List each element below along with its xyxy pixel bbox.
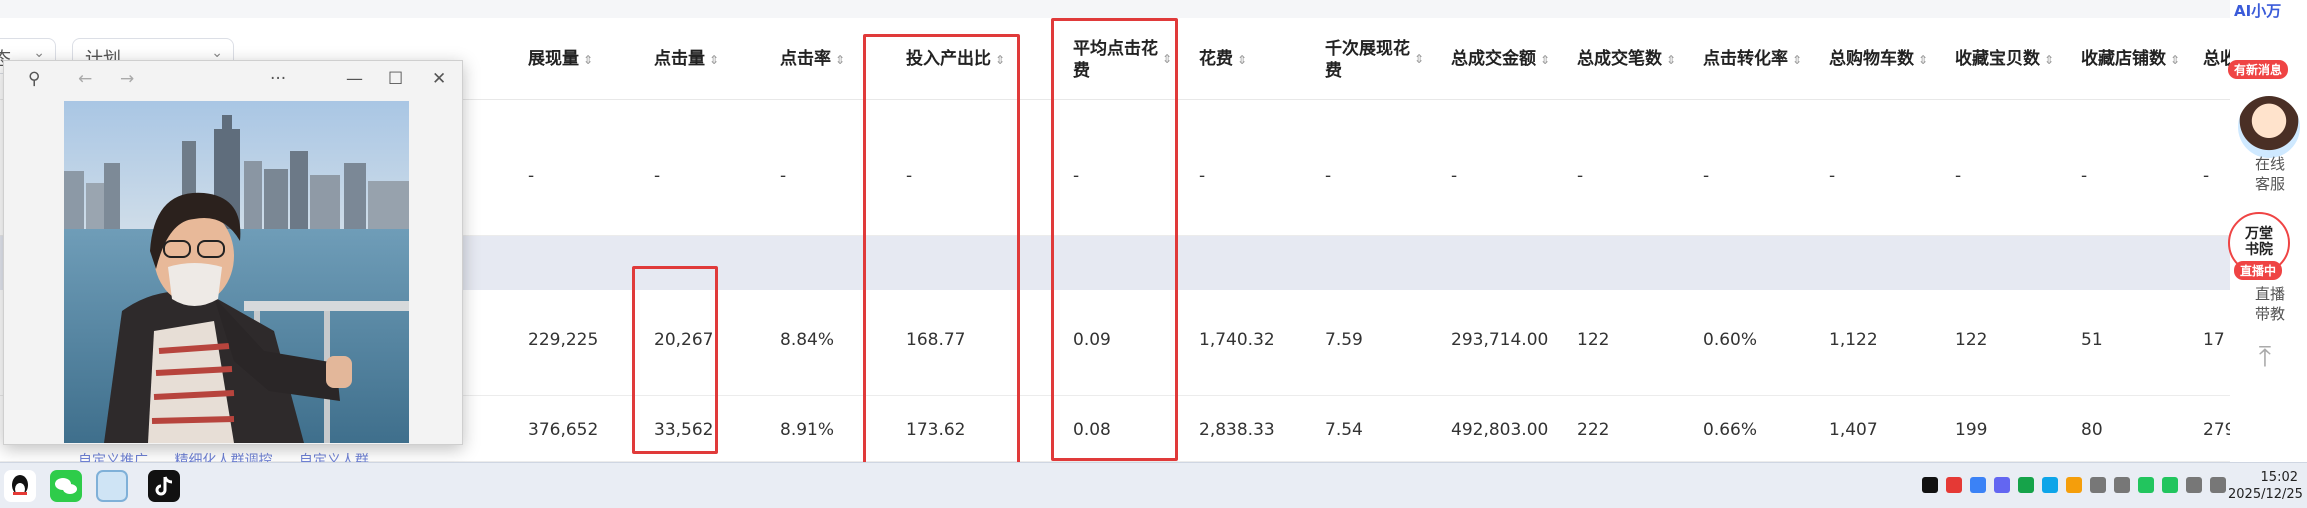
volume-icon[interactable] [2186, 477, 2202, 493]
sort-icon: ⇕ [583, 53, 594, 67]
tray-app-icon[interactable] [2018, 477, 2034, 493]
sort-icon: ⇕ [1540, 53, 1551, 67]
tray-tiktok-icon[interactable] [1922, 477, 1938, 493]
tray-app-icon[interactable] [2066, 477, 2082, 493]
speaker-icon[interactable] [2090, 477, 2106, 493]
live-badge: 直播中 [2234, 261, 2283, 280]
sort-icon: ⇕ [1666, 53, 1677, 67]
files-icon[interactable] [96, 470, 128, 502]
wechat-icon[interactable] [50, 470, 82, 502]
col-orders[interactable]: 总成交笔数 ⇕ [1577, 48, 1676, 71]
col-shop-fav[interactable]: 收藏店铺数 ⇕ [2081, 48, 2180, 71]
col-avg-click-cost[interactable]: 平均点击花费 [1073, 38, 1158, 82]
col-cart[interactable]: 总购物车数 ⇕ [1829, 48, 1928, 71]
back-icon[interactable]: ← [78, 69, 92, 89]
pin-icon[interactable]: ⚲ [28, 69, 40, 89]
col-ctr[interactable]: 点击率 ⇕ [780, 48, 845, 71]
sort-icon: ⇕ [709, 53, 720, 67]
live-help-button[interactable]: 直播 带教 [2240, 284, 2300, 324]
sort-icon: ⇕ [2170, 53, 2181, 67]
online-service-button[interactable]: 在线 客服 [2240, 154, 2300, 194]
tray-app-icon[interactable] [1946, 477, 1962, 493]
link-crowd-control[interactable]: 精细化人群调控 [174, 453, 272, 462]
qq-icon[interactable] [4, 470, 36, 502]
link-custom-promo[interactable]: 自定义推广 [78, 453, 148, 462]
photo-viewer-window: ⚲ ← → ··· — ☐ ✕ [3, 60, 463, 445]
ime-icon[interactable] [2210, 477, 2226, 493]
col-item-fav[interactable]: 收藏宝贝数 ⇕ [1955, 48, 2054, 71]
col-cvr[interactable]: 点击转化率 ⇕ [1703, 48, 1802, 71]
clock[interactable]: 15:02 2025/12/25 [2228, 469, 2303, 503]
col-impressions[interactable]: 展现量 ⇕ [528, 48, 593, 71]
maximize-icon[interactable]: ☐ [388, 69, 403, 89]
col-gmv[interactable]: 总成交金额 ⇕ [1451, 48, 1550, 71]
ai-assistant-button[interactable]: AI小万 [2234, 0, 2286, 22]
main-app-window: 态 ⌄ 计划 ⌄ 展现量⇕ 点击量⇕ 点击率⇕ 投入产出比⇕ 平均点击花费 ⇕ … [0, 0, 2307, 462]
more-icon[interactable]: ··· [270, 69, 286, 89]
viewer-titlebar: ⚲ ← → ··· — ☐ ✕ [4, 61, 462, 99]
tray-app-icon[interactable] [2042, 477, 2058, 493]
sort-icon[interactable]: ⇕ [1162, 48, 1172, 70]
sort-icon: ⇕ [2044, 53, 2055, 67]
sort-icon: ⇕ [1792, 53, 1803, 67]
back-to-top-icon[interactable]: ⤒ [2240, 340, 2290, 380]
tiktok-icon[interactable] [148, 470, 180, 502]
close-icon[interactable]: ✕ [432, 69, 446, 89]
col-cpm[interactable]: 千次展现花费 [1325, 38, 1410, 82]
sort-icon: ⇕ [835, 53, 846, 67]
col-clicks[interactable]: 点击量 ⇕ [654, 48, 719, 71]
link-custom-crowd[interactable]: 自定义人群 [299, 453, 369, 462]
taskbar: 15:02 2025/12/25 [0, 462, 2307, 508]
tray-wechat-icon[interactable] [2162, 477, 2178, 493]
forward-icon[interactable]: → [120, 69, 134, 89]
sort-icon: ⇕ [1918, 53, 1929, 67]
col-cost[interactable]: 花费 ⇕ [1199, 48, 1247, 71]
tray-app-icon[interactable] [1970, 477, 1986, 493]
wifi-icon[interactable] [2114, 477, 2130, 493]
col-roi[interactable]: 投入产出比 ⇕ [906, 48, 1005, 71]
sort-icon: ⇕ [1237, 53, 1248, 67]
minimize-icon[interactable]: — [346, 69, 363, 89]
top-strip [0, 0, 2307, 18]
sort-icon: ⇕ [995, 53, 1006, 67]
col-total-fav[interactable]: 总收藏数 [2203, 48, 2230, 70]
clock-time: 15:02 [2260, 470, 2298, 485]
tray-app-icon[interactable] [1994, 477, 2010, 493]
bottom-links: 自定义推广 精细化人群调控 自定义人群 [78, 450, 391, 462]
sort-icon[interactable]: ⇕ [1414, 48, 1424, 70]
viewer-photo [64, 101, 409, 443]
new-message-badge: 有新消息 [2228, 60, 2289, 79]
clock-date: 2025/12/25 [2228, 487, 2303, 502]
service-avatar[interactable] [2238, 96, 2300, 158]
tray-wechat-icon[interactable] [2138, 477, 2154, 493]
